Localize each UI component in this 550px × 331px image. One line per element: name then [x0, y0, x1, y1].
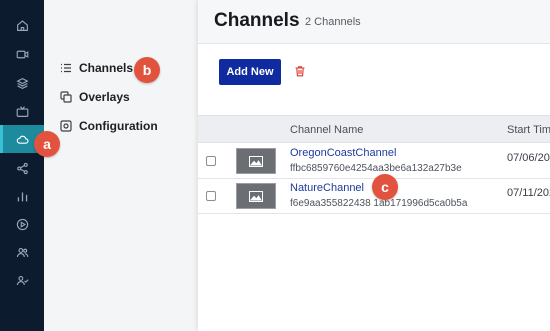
rail-layers[interactable]	[0, 69, 44, 97]
annotation-badge-b: b	[134, 57, 160, 83]
icon-rail	[0, 0, 44, 331]
channel-name-link[interactable]: NatureChannel	[290, 182, 364, 194]
main-panel: Channels 2 Channels Add New Channel Name…	[198, 0, 550, 331]
start-time: 07/11/202	[507, 187, 550, 199]
tv-icon	[16, 105, 28, 117]
rail-users[interactable]	[0, 238, 44, 266]
annotation-badge-c: c	[372, 174, 398, 200]
share-icon	[16, 162, 28, 174]
page-header: Channels 2 Channels	[198, 0, 550, 44]
row-checkbox[interactable]	[206, 156, 216, 166]
column-header-start-time[interactable]: Start Tim	[507, 124, 550, 136]
trash-icon[interactable]	[294, 65, 306, 77]
rail-tv[interactable]	[0, 97, 44, 125]
rail-share[interactable]	[0, 154, 44, 182]
rail-user-check[interactable]	[0, 266, 44, 294]
rail-analytics[interactable]	[0, 182, 44, 210]
users-icon	[16, 247, 28, 257]
overlay-icon	[60, 91, 72, 103]
rail-home[interactable]	[0, 11, 44, 39]
rail-play[interactable]	[0, 210, 44, 238]
table-row[interactable]: OregonCoastChannel ffbc6859760e4254aa3be…	[198, 144, 550, 179]
secondary-nav: Channels Overlays Configuration	[44, 0, 198, 331]
subnav-item-label: Overlays	[79, 90, 130, 104]
channel-name-link[interactable]: OregonCoastChannel	[290, 147, 396, 159]
home-icon	[16, 19, 28, 31]
column-header-channel-name[interactable]: Channel Name	[290, 124, 363, 136]
channel-id: ffbc6859760e4254aa3be6a132a27b3e	[290, 163, 462, 174]
subnav-item-configuration[interactable]: Configuration	[60, 117, 158, 135]
rail-video[interactable]	[0, 40, 44, 68]
annotation-badge-a: a	[34, 131, 60, 157]
layers-icon	[15, 77, 29, 89]
subnav-item-label: Configuration	[79, 119, 158, 133]
page-title: Channels	[214, 10, 300, 31]
add-new-button[interactable]: Add New	[219, 59, 281, 85]
subnav-item-channels[interactable]: Channels	[60, 59, 133, 77]
channel-thumbnail	[236, 183, 276, 209]
image-icon	[249, 155, 263, 167]
image-icon	[249, 190, 263, 202]
start-time: 07/06/20	[507, 152, 550, 164]
channel-thumbnail	[236, 148, 276, 174]
row-checkbox[interactable]	[206, 191, 216, 201]
play-circle-icon	[16, 218, 28, 230]
video-icon	[16, 50, 28, 58]
user-check-icon	[16, 275, 29, 285]
list-icon	[60, 62, 72, 74]
cloud-icon	[16, 135, 28, 144]
subnav-item-overlays[interactable]: Overlays	[60, 88, 130, 106]
subnav-item-label: Channels	[79, 61, 134, 75]
settings-icon	[60, 120, 72, 132]
bar-chart-icon	[17, 191, 27, 201]
table-header: Channel Name Start Tim	[198, 115, 550, 143]
channel-count: 2 Channels	[305, 16, 361, 28]
